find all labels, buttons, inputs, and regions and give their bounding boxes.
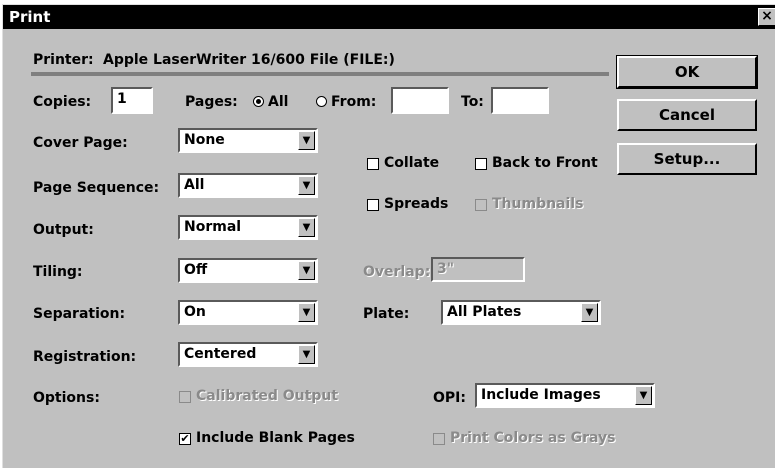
spreads-label: Spreads xyxy=(384,196,449,212)
overlap-label: Overlap: xyxy=(363,264,431,280)
separation-label: Separation: xyxy=(33,306,126,322)
ok-button[interactable]: OK xyxy=(616,55,758,89)
cancel-button[interactable]: Cancel xyxy=(617,99,757,131)
pages-from-input[interactable] xyxy=(391,87,449,114)
tiling-label: Tiling: xyxy=(33,264,83,280)
window-title: Print xyxy=(9,8,51,26)
plate-value: All Plates xyxy=(447,304,522,320)
output-select[interactable]: Normal ▼ xyxy=(178,215,318,240)
thumbnails-checkbox[interactable] xyxy=(475,199,487,211)
options-label: Options: xyxy=(33,390,100,406)
printer-divider xyxy=(31,72,609,76)
chevron-down-icon: ▼ xyxy=(298,345,315,364)
title-bar: Print × xyxy=(3,5,775,29)
setup-button[interactable]: Setup... xyxy=(617,143,757,175)
back-to-front-checkbox[interactable] xyxy=(475,158,487,170)
thumbnails-label: Thumbnails xyxy=(492,196,584,212)
separation-value: On xyxy=(184,304,206,320)
page-sequence-value: All xyxy=(184,177,205,193)
registration-select[interactable]: Centered ▼ xyxy=(178,342,318,367)
plate-label: Plate: xyxy=(363,306,410,322)
cancel-button-label: Cancel xyxy=(658,106,715,124)
chevron-down-icon: ▼ xyxy=(298,261,315,280)
printer-name: Apple LaserWriter 16/600 File (FILE:) xyxy=(103,52,395,68)
separation-select[interactable]: On ▼ xyxy=(178,300,318,325)
page-sequence-select[interactable]: All ▼ xyxy=(178,173,318,198)
registration-value: Centered xyxy=(184,346,257,362)
registration-label: Registration: xyxy=(33,349,137,365)
chevron-down-icon: ▼ xyxy=(298,176,315,195)
opi-select[interactable]: Include Images ▼ xyxy=(475,383,655,408)
page-sequence-label: Page Sequence: xyxy=(33,180,160,196)
chevron-down-icon: ▼ xyxy=(635,386,652,405)
print-colors-as-grays-checkbox[interactable] xyxy=(433,433,445,445)
output-value: Normal xyxy=(184,219,242,235)
chevron-down-icon: ▼ xyxy=(298,131,315,150)
opi-label: OPI: xyxy=(433,390,466,406)
print-colors-as-grays-label: Print Colors as Grays xyxy=(450,430,616,446)
overlap-value: 3" xyxy=(437,261,455,277)
setup-button-label: Setup... xyxy=(653,150,721,168)
cover-page-value: None xyxy=(184,132,225,148)
tiling-value: Off xyxy=(184,262,208,278)
chevron-down-icon: ▼ xyxy=(298,218,315,237)
plate-select[interactable]: All Plates ▼ xyxy=(441,300,601,325)
ok-button-label: OK xyxy=(674,63,700,81)
chevron-down-icon: ▼ xyxy=(298,303,315,322)
include-blank-pages-label: Include Blank Pages xyxy=(196,430,355,446)
chevron-down-icon: ▼ xyxy=(581,303,598,322)
copies-label: Copies: xyxy=(33,94,92,110)
cover-page-select[interactable]: None ▼ xyxy=(178,128,318,153)
tiling-select[interactable]: Off ▼ xyxy=(178,258,318,283)
pages-all-label: All xyxy=(268,94,289,110)
output-label: Output: xyxy=(33,222,94,238)
close-button[interactable]: × xyxy=(758,8,775,26)
copies-input[interactable]: 1 xyxy=(111,87,153,114)
collate-label: Collate xyxy=(384,155,440,171)
close-icon: × xyxy=(761,8,773,24)
print-dialog: Print × Printer: Apple LaserWriter 16/60… xyxy=(2,4,775,468)
pages-from-label: From: xyxy=(331,94,377,110)
include-blank-pages-checkbox[interactable]: ✔ xyxy=(179,433,191,445)
pages-from-radio[interactable] xyxy=(316,96,327,107)
spreads-checkbox[interactable] xyxy=(367,199,379,211)
overlap-input[interactable]: 3" xyxy=(431,257,525,282)
printer-label: Printer: xyxy=(33,52,94,68)
pages-all-radio[interactable] xyxy=(253,96,264,107)
pages-to-label: To: xyxy=(461,94,484,110)
pages-to-input[interactable] xyxy=(491,87,549,114)
calibrated-output-label: Calibrated Output xyxy=(196,388,339,404)
copies-value: 1 xyxy=(117,91,127,107)
collate-checkbox[interactable] xyxy=(367,158,379,170)
pages-label: Pages: xyxy=(185,94,238,110)
back-to-front-label: Back to Front xyxy=(492,155,598,171)
cover-page-label: Cover Page: xyxy=(33,135,128,151)
calibrated-output-checkbox[interactable] xyxy=(179,391,191,403)
check-icon: ✔ xyxy=(180,432,190,445)
opi-value: Include Images xyxy=(481,387,601,403)
